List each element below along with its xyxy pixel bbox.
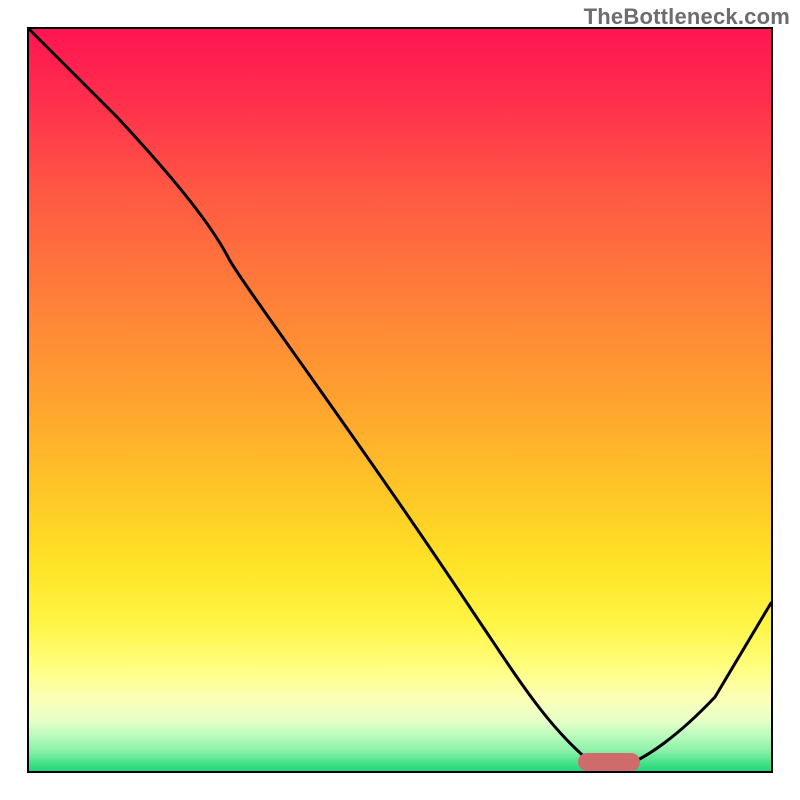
bottleneck-curve-line: [27, 27, 773, 773]
optimal-zone-marker: [578, 753, 640, 771]
curve-path: [29, 29, 771, 765]
plot-area: [27, 27, 773, 773]
bottleneck-chart: TheBottleneck.com: [0, 0, 800, 800]
